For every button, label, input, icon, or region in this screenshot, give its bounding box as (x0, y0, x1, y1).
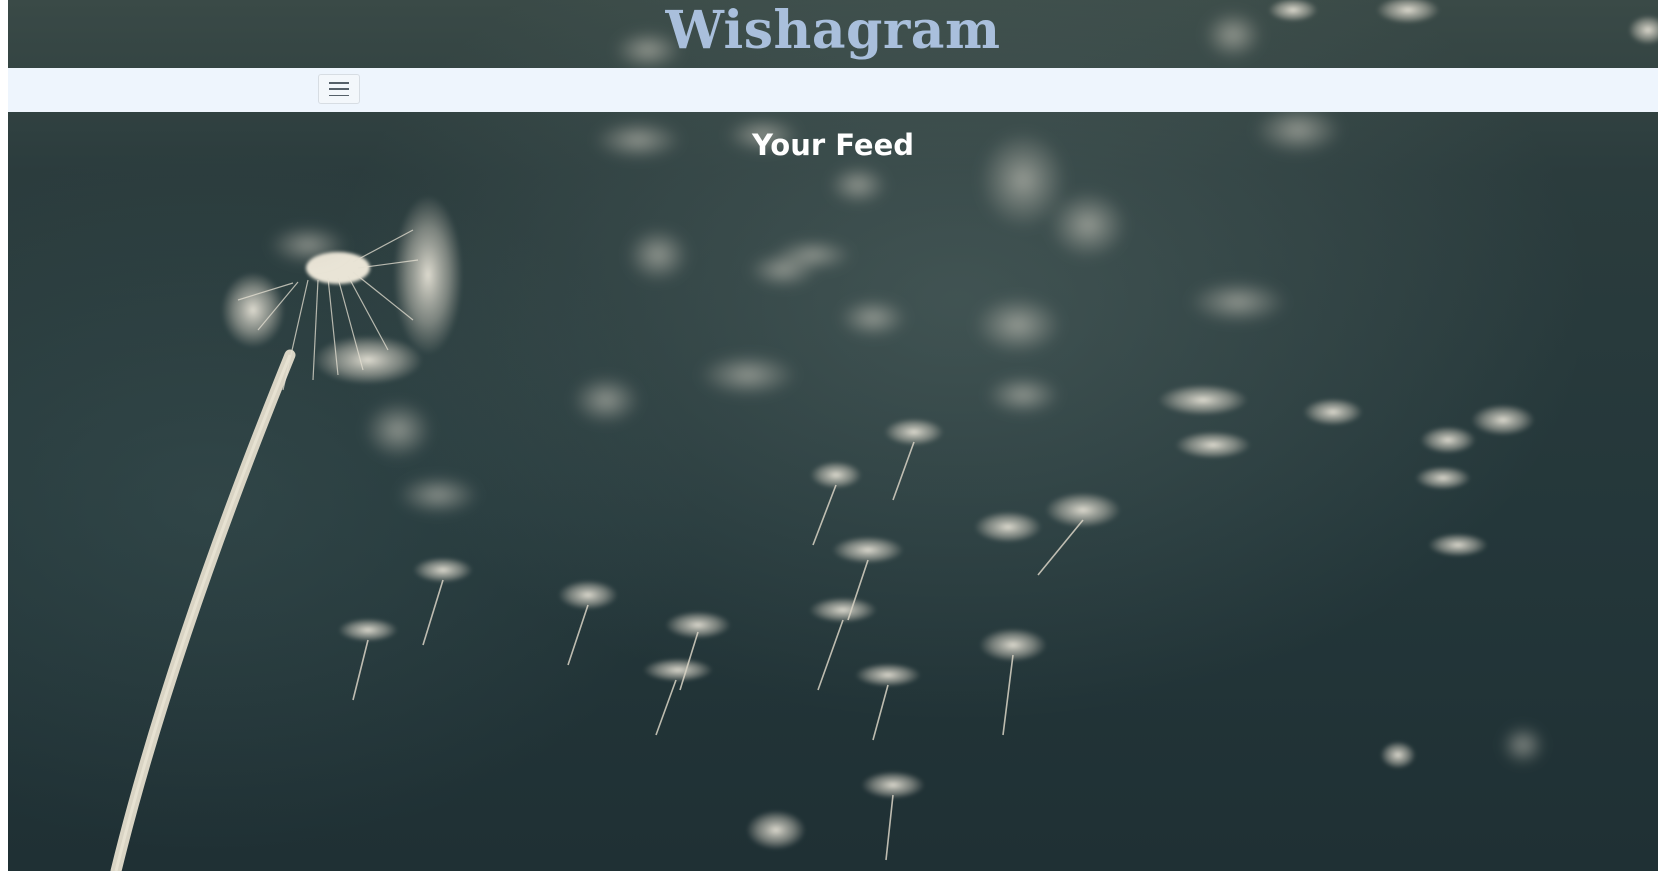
page: Wishagram Your Feed (8, 0, 1658, 871)
navbar-toggler-button[interactable] (318, 74, 360, 104)
brand-logo[interactable]: Wishagram (666, 0, 1001, 62)
page-title: Your Feed (751, 128, 915, 162)
hamburger-menu-icon (329, 82, 349, 96)
site-header: Wishagram (8, 0, 1658, 68)
navbar (8, 68, 1658, 112)
